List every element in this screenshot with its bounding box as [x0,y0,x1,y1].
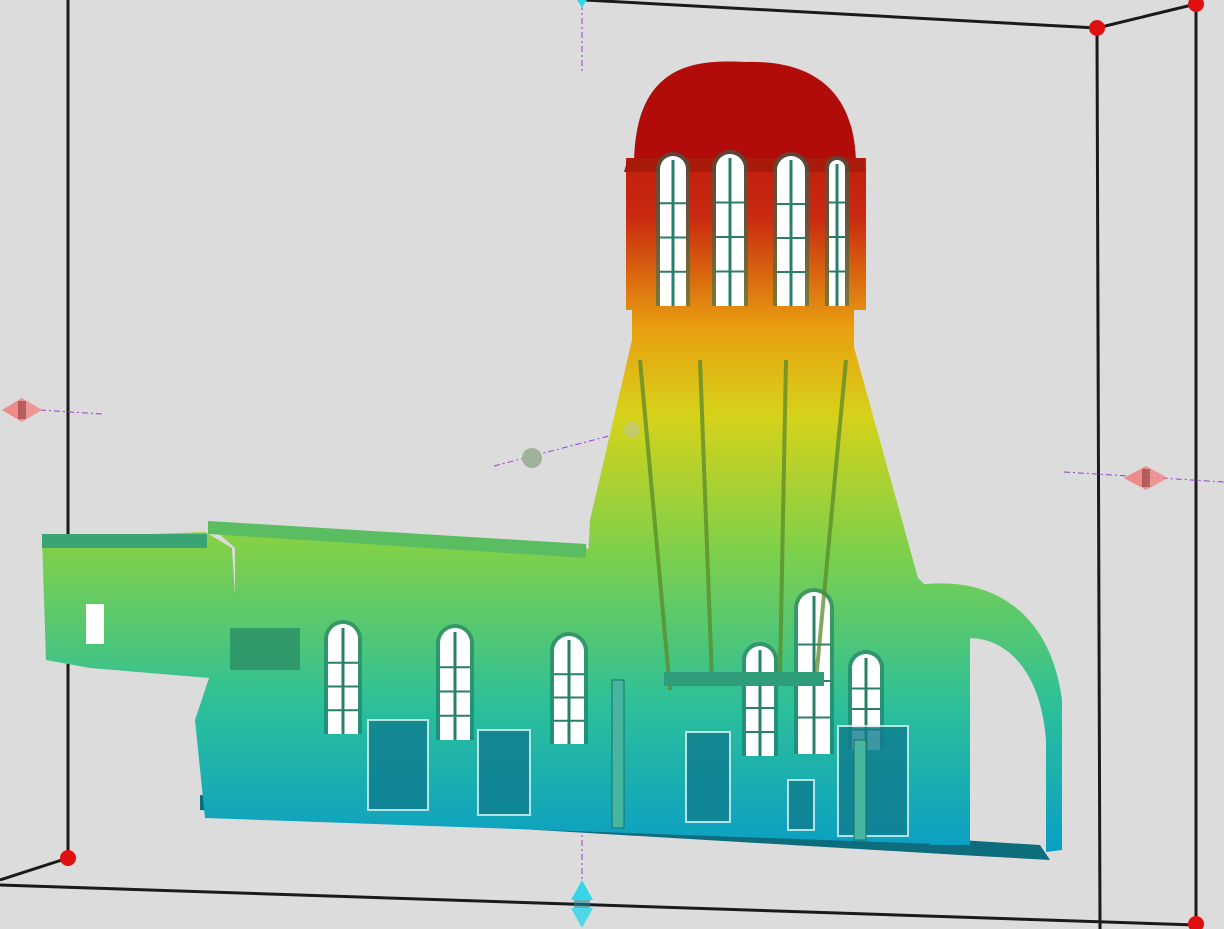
3d-viewport[interactable] [0,0,1224,929]
balcony-railing [230,628,300,670]
point-cloud-scene[interactable] [0,0,1224,929]
nave-window [324,620,362,734]
side-altar [477,729,531,816]
chandelier-ring [664,672,824,686]
left-annex-wall-top [42,534,207,548]
drum-window [656,152,690,306]
drum-window [773,152,809,306]
clip-box-edge-top-right [1096,2,1197,30]
tower-dome [634,61,856,166]
drum-window [825,156,849,306]
x-axis-handle-right[interactable] [1124,466,1168,490]
nave-window [794,588,834,754]
nave-window [742,642,778,756]
column [853,739,867,841]
clip-box-edge-right-front [1095,27,1102,929]
x-axis-handle-left[interactable] [2,398,42,422]
side-altar [787,779,815,831]
corner-handle-bottom-left[interactable] [60,850,76,866]
side-altar [685,731,731,823]
rotation-pivot-ghost [624,422,640,438]
corner-handle-top-right-back[interactable] [1188,0,1204,12]
y-axis-handle-bottom[interactable] [571,880,593,928]
corner-handle-top-right-front[interactable] [1089,20,1105,36]
clip-box-edge-bottom [0,883,1197,927]
nave-window [436,624,474,740]
left-annex [42,532,240,678]
rotation-pivot[interactable] [522,448,542,468]
tower-collar [632,306,854,348]
annex-doorway [86,604,104,644]
corner-handle-bottom-right[interactable] [1188,916,1204,929]
clip-box-edge-bottom-front [0,856,69,882]
guide-left [39,409,103,415]
nave-window [550,632,588,744]
clip-box-edge-top-front [584,0,1098,30]
side-altar [837,725,909,837]
column [611,679,625,829]
drum-window [712,150,748,306]
right-wing-wall [930,600,970,845]
side-altar [367,719,429,811]
